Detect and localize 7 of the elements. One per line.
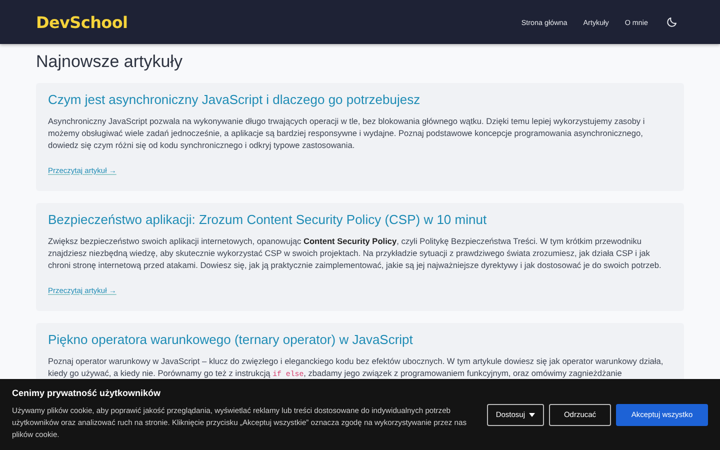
cookie-title: Cenimy prywatność użytkowników bbox=[12, 388, 162, 398]
logo[interactable]: DevSchool bbox=[36, 12, 128, 32]
page-heading: Najnowsze artykuły bbox=[36, 52, 184, 72]
article-excerpt: Zwiększ bezpieczeństwo swoich aplikacji internetowych, opanowując Content Security Policy, czyli Politykę Bezpieczeństwa Treści. W tym krótkim przewodniku znajdziesz niezbędną wiedzę, aby skutecznie wykorzystać CSP w swoich projektach. Na przykładzie sytuacji z prawdziwego świata zrozumiesz, jak działa CSP i jak chroni stronę internetową przed atakami. Dowiesz się, jak ją praktycznie zaimplementować, jakie są jej najważniejsze dyrektywy i jak dostosować je do swoich potrzeb. bbox=[48, 235, 662, 271]
moon-icon[interactable] bbox=[666, 16, 678, 28]
caret-icon bbox=[529, 412, 535, 416]
article-excerpt: Asynchroniczny JavaScript pozwala na wykonywanie długo trwających operacji w tle, bez blokowania głównego wątku. Dzięki temu lepiej wykorzystujemy zasoby i możemy obsługiwać wiele zadań jednocześnie, a aplikacje są bardziej responsywne i wydajne. Poznaj podstawowe koncepcje programowania asynchronicznego, dowiedz się czym różni się od kodu synchronicznego i odkryj typowe zastosowania. bbox=[48, 115, 646, 151]
